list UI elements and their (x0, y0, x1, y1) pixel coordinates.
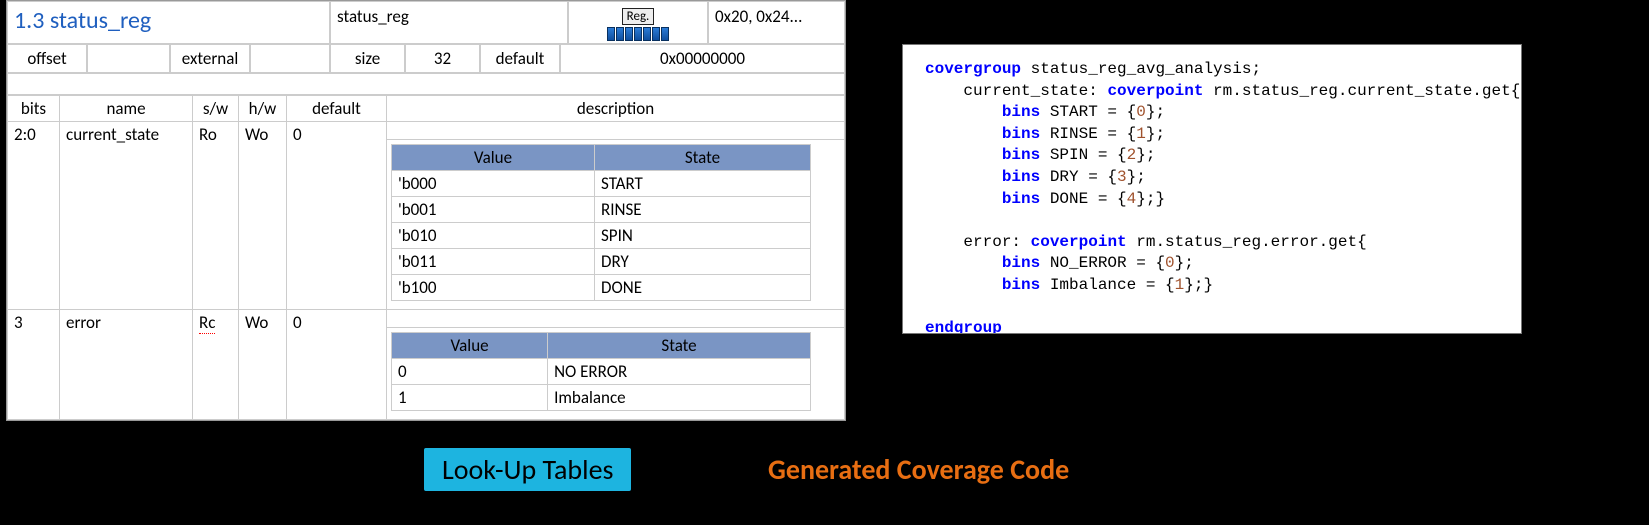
cell-default: 0 (287, 310, 387, 420)
spec-panel: 1.3 status_reg status_reg Reg. 0x20, 0x2… (6, 0, 846, 421)
cell-description: Value State 'b000START 'b001RINSE 'b010S… (387, 122, 845, 310)
table-row: 3 error Rc Wo 0 Value State 0NO ERROR 1I… (8, 310, 845, 420)
section-heading: 1.3 status_reg (7, 1, 330, 44)
col-hw: h/w (239, 96, 287, 122)
col-bits: bits (8, 96, 60, 122)
prop-default-value: 0x00000000 (560, 44, 845, 73)
cell-hw: Wo (239, 310, 287, 420)
prop-offset-label: offset (7, 44, 87, 73)
lookup-table: Value State 0NO ERROR 1Imbalance (391, 332, 811, 411)
title-row: 1.3 status_reg status_reg Reg. 0x20, 0x2… (7, 1, 845, 44)
list-item: 'b011DRY (392, 249, 811, 275)
col-default: default (287, 96, 387, 122)
props-row: offset external size 32 default 0x000000… (7, 44, 845, 73)
prop-default-label: default (480, 44, 560, 73)
prop-external-value (250, 44, 330, 73)
list-item: 'b100DONE (392, 275, 811, 301)
prop-offset-value (87, 44, 170, 73)
cell-sw: Ro (193, 122, 239, 310)
prop-external-label: external (170, 44, 250, 73)
lookup-header-value: Value (392, 333, 548, 359)
reg-bits-icon (571, 27, 705, 41)
list-item: 0NO ERROR (392, 359, 811, 385)
lookup-header-state: State (548, 333, 811, 359)
list-item: 'b010SPIN (392, 223, 811, 249)
prop-size-label: size (330, 44, 405, 73)
cell-bits: 3 (8, 310, 60, 420)
cell-description: Value State 0NO ERROR 1Imbalance (387, 310, 845, 420)
cell-sw: Rc (193, 310, 239, 420)
cell-bits: 2:0 (8, 122, 60, 310)
list-item: 'b000START (392, 171, 811, 197)
lookup-header-state: State (595, 145, 811, 171)
prop-size-value: 32 (405, 44, 480, 73)
col-sw: s/w (193, 96, 239, 122)
caption-right: Generated Coverage Code (768, 452, 1069, 487)
col-description: description (387, 96, 845, 122)
stage: { "spec": { "section_label": "1.3 status… (0, 0, 1649, 525)
address-label: 0x20, 0x24... (708, 1, 845, 44)
blank-row (7, 73, 845, 95)
cell-name: current_state (60, 122, 193, 310)
list-item: 1Imbalance (392, 385, 811, 411)
table-header-row: bits name s/w h/w default description (8, 96, 845, 122)
cell-hw: Wo (239, 122, 287, 310)
table-row: 2:0 current_state Ro Wo 0 Value State 'b… (8, 122, 845, 310)
list-item: 'b001RINSE (392, 197, 811, 223)
caption-left: Look-Up Tables (424, 448, 631, 491)
cell-name: error (60, 310, 193, 420)
col-name: name (60, 96, 193, 122)
lookup-table: Value State 'b000START 'b001RINSE 'b010S… (391, 144, 811, 301)
code-panel: covergroup status_reg_avg_analysis; curr… (902, 44, 1522, 334)
cell-default: 0 (287, 122, 387, 310)
fields-table: bits name s/w h/w default description 2:… (7, 95, 845, 420)
reg-badge-cell: Reg. (568, 1, 708, 44)
reg-badge-label: Reg. (622, 8, 655, 25)
reg-name: status_reg (330, 1, 568, 44)
lookup-header-value: Value (392, 145, 595, 171)
